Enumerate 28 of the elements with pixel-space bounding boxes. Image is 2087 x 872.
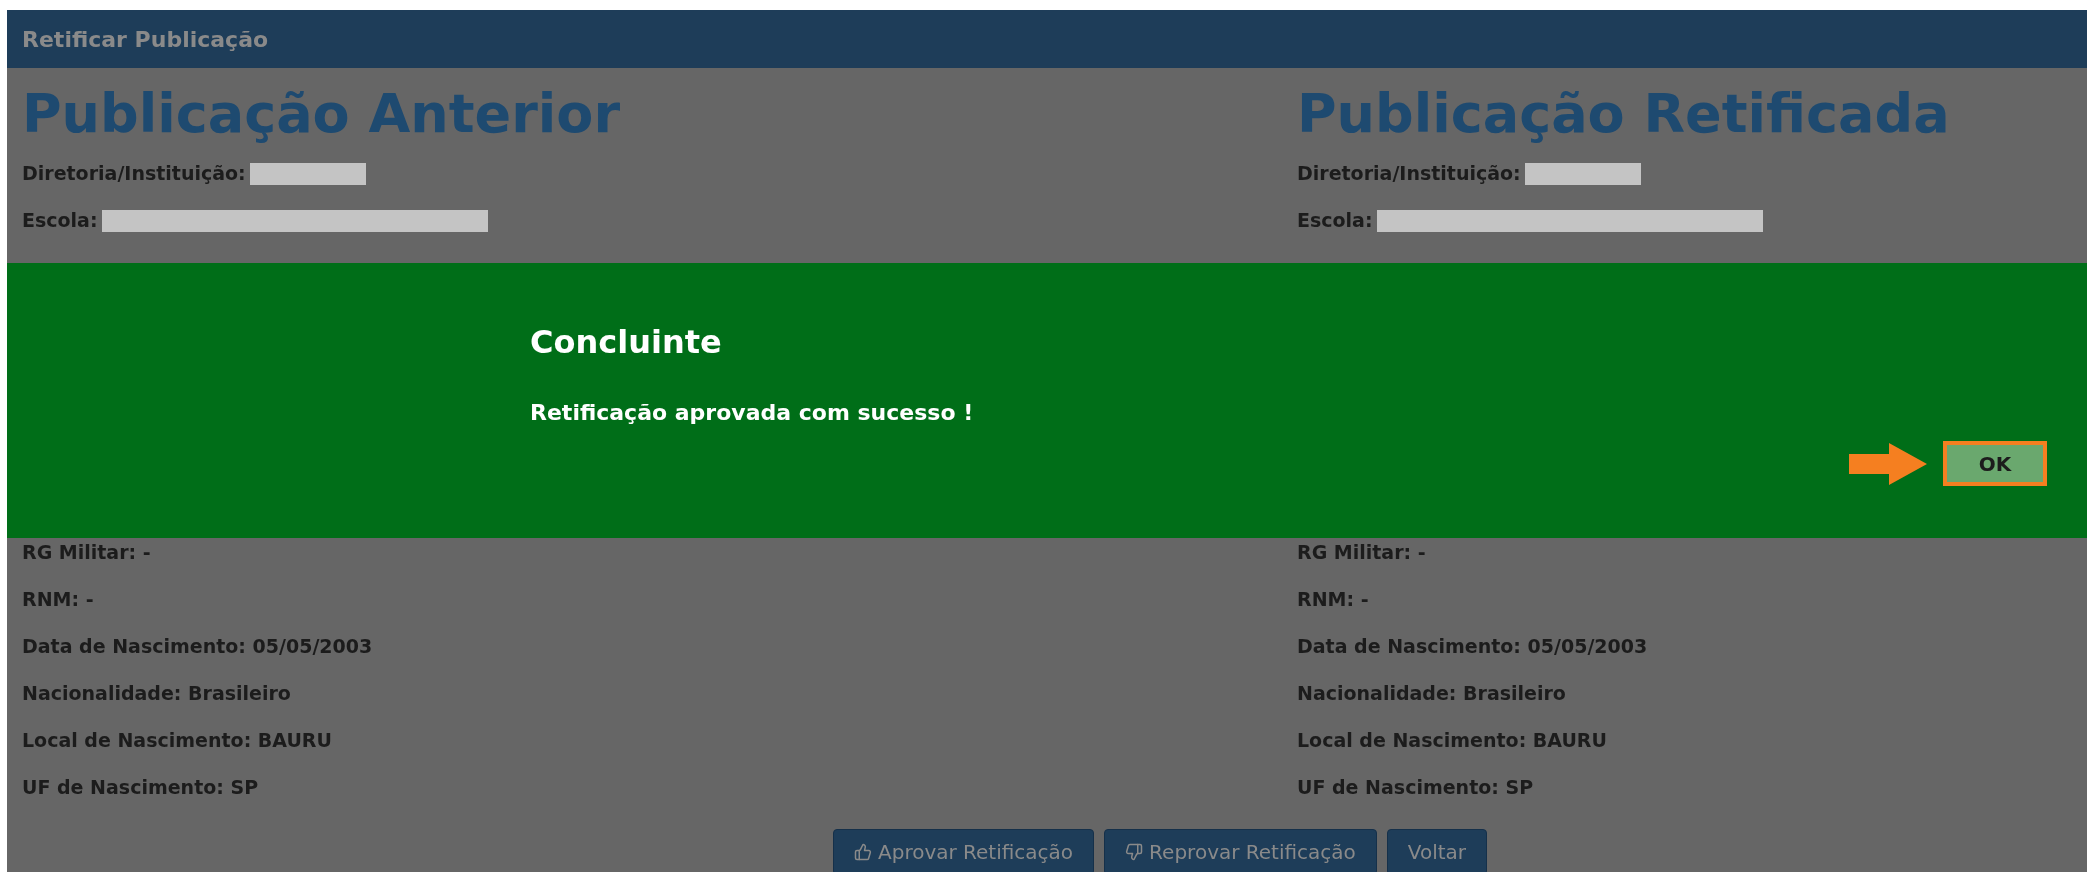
field-label: Data de Nascimento: 05/05/2003 (1297, 634, 1648, 660)
field-label: RG Militar: - (22, 540, 151, 566)
page-title: Retificar Publicação (22, 25, 269, 54)
action-button[interactable]: Reprovar Retificação (1104, 829, 1377, 872)
field-label: Diretoria/Instituição: (1297, 161, 1521, 187)
field-label: Local de Nascimento: BAURU (22, 728, 332, 754)
action-button[interactable]: Voltar (1386, 829, 1488, 872)
section-heading: Publicação Anterior (22, 87, 621, 141)
field-label: UF de Nascimento: SP (22, 775, 259, 801)
section-heading: Publicação Retificada (1297, 87, 1950, 141)
field-label: Local de Nascimento: BAURU (1297, 728, 1607, 754)
thumbs-up-icon (854, 843, 872, 861)
field-label: RG Militar: - (1297, 540, 1426, 566)
arrow-icon (1849, 442, 1927, 485)
field-label: Nacionalidade: Brasileiro (1297, 681, 1566, 707)
dialog-title: Concluinte (530, 322, 723, 363)
field-label: Escola: (22, 208, 98, 234)
ok-button[interactable]: OK (1943, 441, 2047, 486)
thumbs-down-icon (1125, 843, 1144, 861)
field-label: RNM: - (1297, 587, 1369, 613)
field-label: Diretoria/Instituição: (22, 161, 246, 187)
field-label: UF de Nascimento: SP (1297, 775, 1534, 801)
field-label: Data de Nascimento: 05/05/2003 (22, 634, 373, 660)
dialog-message: Retificação aprovada com sucesso ! (530, 399, 974, 427)
action-button[interactable]: Aprovar Retificação (833, 829, 1095, 872)
field-label: Escola: (1297, 208, 1373, 234)
field-label: Nacionalidade: Brasileiro (22, 681, 291, 707)
field-label: RNM: - (22, 587, 94, 613)
